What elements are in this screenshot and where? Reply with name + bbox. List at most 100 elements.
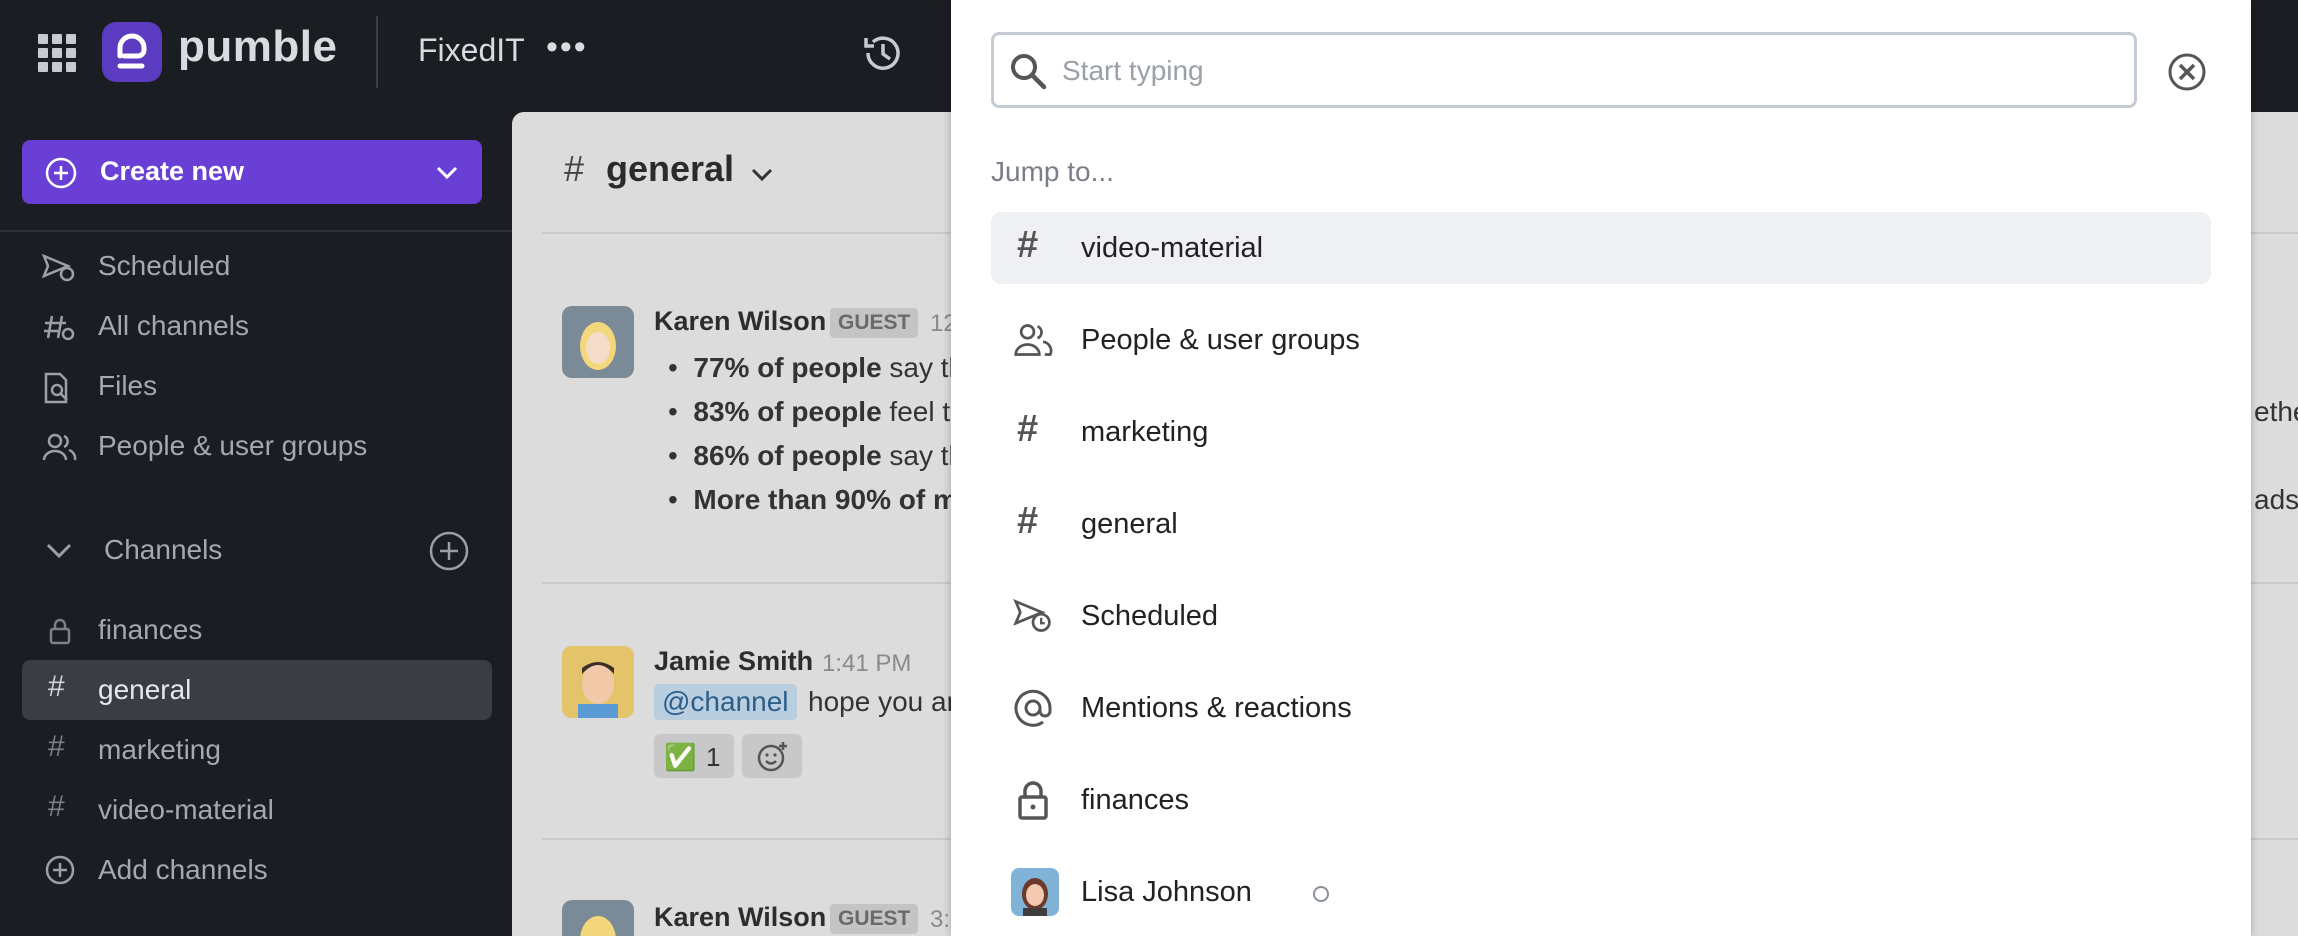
add-channel-icon[interactable] <box>428 530 470 572</box>
guest-badge: GUEST <box>830 308 919 338</box>
result-label: Mentions & reactions <box>1081 692 1352 724</box>
bullet-bold: 86% of people <box>693 440 882 471</box>
scheduled-icon <box>42 253 75 282</box>
result-people-user-groups[interactable]: People & user groups <box>991 304 2211 376</box>
search-input[interactable] <box>1060 49 2104 93</box>
search-field[interactable] <box>991 32 2137 108</box>
add-reaction-icon <box>757 742 787 772</box>
message-time: 1:41 PM <box>822 650 912 677</box>
sidebar-item-all-channels[interactable]: All channels <box>0 300 512 352</box>
sidebar-item-people[interactable]: People & user groups <box>0 420 512 472</box>
bullet-bold: 83% of people <box>693 396 882 427</box>
create-new-label: Create new <box>100 156 245 186</box>
result-label: Lisa Johnson <box>1081 876 1252 908</box>
sidebar-item-files[interactable]: Files <box>0 360 512 412</box>
bullet-bold: More than 90% of m <box>693 484 958 515</box>
history-icon[interactable] <box>860 30 906 81</box>
guest-badge: GUEST <box>830 904 919 934</box>
reaction-emoji: ✅ <box>664 742 697 772</box>
create-new-button[interactable]: Create new <box>22 140 482 204</box>
message-bullet: • 86% of people say th <box>668 440 965 471</box>
sidebar-item-label: All channels <box>98 310 249 341</box>
scheduled-icon <box>1013 598 1051 632</box>
sidebar-channel-general[interactable]: # general <box>0 664 512 716</box>
message-author[interactable]: Karen Wilson <box>654 306 826 337</box>
result-label: People & user groups <box>1081 324 1360 356</box>
quick-switcher-dialog: Jump to... # video-material People & use… <box>951 0 2251 936</box>
hash-icon: # <box>48 790 65 823</box>
result-lisa-johnson[interactable]: Lisa Johnson <box>991 856 2211 928</box>
reaction-count: 1 <box>706 742 721 772</box>
files-icon <box>44 372 68 404</box>
app-grid-icon[interactable] <box>38 34 76 72</box>
plus-circle-icon <box>45 855 75 885</box>
chevron-down-icon[interactable] <box>432 160 462 184</box>
people-icon <box>42 433 77 461</box>
add-channels-label: Add channels <box>98 854 268 885</box>
hash-icon: # <box>1017 408 1039 450</box>
channels-label: Channels <box>104 534 223 565</box>
channel-label: finances <box>98 614 203 645</box>
result-marketing[interactable]: # marketing <box>991 396 2211 468</box>
chevron-down-icon[interactable] <box>44 540 74 562</box>
channel-title[interactable]: general <box>606 148 734 190</box>
sidebar-channel-finances[interactable]: finances <box>0 604 512 656</box>
close-icon[interactable] <box>2167 52 2207 92</box>
sidebar-channel-video-material[interactable]: # video-material <box>0 784 512 836</box>
brand-name: pumble <box>178 22 338 71</box>
sidebar-item-label: People & user groups <box>98 430 368 461</box>
message-time: 3: <box>930 906 951 933</box>
result-scheduled[interactable]: Scheduled <box>991 580 2211 652</box>
channel-label: video-material <box>98 794 274 825</box>
pumble-logo-icon <box>102 22 162 82</box>
avatar[interactable] <box>562 900 634 936</box>
avatar[interactable] <box>562 646 634 718</box>
hash-icon: # <box>48 670 65 703</box>
message-text-fragment: ethe <box>2254 396 2298 427</box>
result-finances[interactable]: finances <box>991 764 2211 836</box>
result-general[interactable]: # general <box>991 488 2211 560</box>
reaction-pill[interactable]: ✅ 1 <box>654 734 734 778</box>
result-label: Scheduled <box>1081 600 1219 632</box>
message-bullet: • 77% of people say th <box>668 352 965 383</box>
result-label: marketing <box>1081 416 1209 448</box>
hash-icon: # <box>48 730 65 763</box>
message-text-fragment: ads <box>2254 484 2298 515</box>
add-reaction-button[interactable] <box>742 734 802 778</box>
result-label: video-material <box>1081 232 1264 264</box>
jump-to-label: Jump to... <box>991 156 1114 187</box>
add-channels-button[interactable]: Add channels <box>0 844 512 896</box>
message-author[interactable]: Jamie Smith <box>654 646 813 677</box>
all-channels-icon <box>44 315 75 341</box>
sidebar-divider <box>0 230 512 232</box>
lock-icon <box>49 618 71 645</box>
workspace-more-button[interactable]: ••• <box>546 28 588 67</box>
channel-label: general <box>98 674 192 705</box>
people-icon <box>1014 324 1053 356</box>
message-bullet: • More than 90% of m <box>668 484 958 515</box>
bullet-bold: 77% of people <box>693 352 882 383</box>
avatar <box>1011 868 1059 916</box>
hash-icon: # <box>1017 224 1039 266</box>
result-video-material[interactable]: # video-material <box>991 212 2211 284</box>
search-icon <box>1011 54 1047 90</box>
plus-circle-icon <box>45 157 77 189</box>
hash-icon: # <box>1017 500 1039 542</box>
sidebar-channel-marketing[interactable]: # marketing <box>0 724 512 776</box>
sidebar-item-label: Files <box>98 370 158 401</box>
result-mentions-reactions[interactable]: Mentions & reactions <box>991 672 2211 744</box>
message-author[interactable]: Karen Wilson <box>654 902 826 933</box>
workspace-name[interactable]: FixedIT <box>418 32 525 69</box>
divider <box>376 16 378 88</box>
channel-label: marketing <box>98 734 221 765</box>
avatar[interactable] <box>562 306 634 378</box>
at-icon <box>1014 689 1052 727</box>
sidebar-item-label: Scheduled <box>98 250 231 281</box>
channel-mention[interactable]: @channel <box>654 684 797 720</box>
channels-section-header[interactable]: Channels <box>0 524 512 576</box>
status-indicator <box>1313 886 1329 902</box>
chevron-down-icon[interactable] <box>748 164 776 186</box>
sidebar-item-scheduled[interactable]: Scheduled <box>0 240 512 292</box>
message-text: hope you ar <box>808 686 956 717</box>
hash-icon: # <box>564 148 585 189</box>
